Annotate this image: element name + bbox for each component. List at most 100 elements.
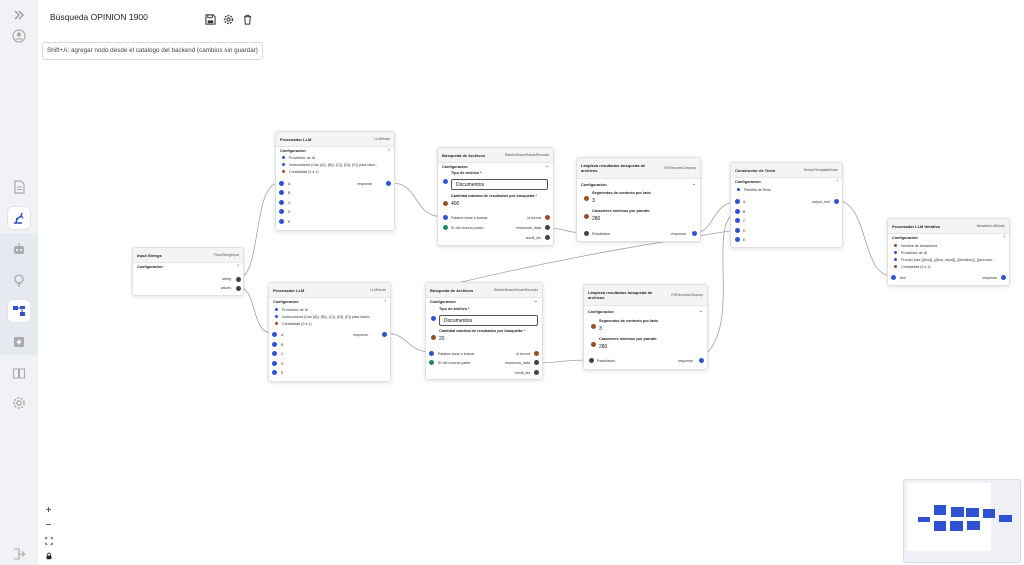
input-handle[interactable] <box>429 351 434 356</box>
cleanup-node-1[interactable]: Limpieza resultados búsqueda de archivos… <box>576 157 701 242</box>
input-handle[interactable] <box>429 360 434 365</box>
config-section-label[interactable]: Configuracion <box>735 180 761 184</box>
settings-icon[interactable] <box>8 392 30 414</box>
input-handle[interactable] <box>279 181 284 186</box>
workflow-icon[interactable] <box>8 300 30 322</box>
file-type-field[interactable]: Documentos <box>439 315 538 326</box>
input-handle[interactable] <box>279 219 284 224</box>
input-handle[interactable] <box>279 200 284 205</box>
output-handle[interactable] <box>236 285 241 291</box>
chevron-right-icon[interactable]: › <box>237 263 239 269</box>
chevron-right-icon[interactable]: › <box>836 178 838 184</box>
logout-icon[interactable] <box>8 543 30 565</box>
output-handle[interactable] <box>534 351 539 356</box>
minimap-node <box>983 509 995 518</box>
text-builder-node[interactable]: Constructor de Texto SimpleTemplateNode … <box>730 162 843 248</box>
config-section-label[interactable]: Configuracion <box>588 310 614 314</box>
input-handle[interactable] <box>279 190 284 195</box>
config-section-label[interactable]: Configuracion <box>581 183 607 187</box>
document-icon[interactable] <box>8 176 30 198</box>
input-handle[interactable] <box>272 332 277 337</box>
config-section-label[interactable]: Configuracion <box>442 165 468 169</box>
expand-icon[interactable] <box>8 4 30 26</box>
input-handle[interactable] <box>584 231 589 236</box>
robot-arm-icon[interactable] <box>8 207 30 229</box>
param-label: Proveedor de IA <box>282 307 308 312</box>
output-handle[interactable] <box>534 370 539 375</box>
input-handle[interactable] <box>891 275 896 280</box>
output-handle[interactable] <box>1001 275 1006 280</box>
input-handle[interactable] <box>735 209 740 214</box>
input-handle[interactable] <box>735 228 740 233</box>
output-handle[interactable] <box>386 181 391 186</box>
chevron-down-icon[interactable]: ⌄ <box>692 181 696 187</box>
output-handle[interactable] <box>545 235 550 240</box>
param-dot <box>894 251 897 254</box>
input-handle[interactable] <box>443 215 448 220</box>
bulb-icon[interactable] <box>8 269 30 291</box>
chevron-right-icon[interactable]: › <box>384 298 386 304</box>
output-handle[interactable] <box>545 215 550 220</box>
min-chars-value[interactable]: 280 <box>592 216 600 222</box>
chevron-right-icon[interactable]: › <box>388 147 390 153</box>
input-strings-node[interactable]: Input Strings FlowStringInput Configurac… <box>132 247 244 296</box>
input-handle[interactable] <box>272 351 277 356</box>
config-section-label[interactable]: Configuracion <box>137 265 163 269</box>
config-section-label[interactable]: Configuracion <box>892 236 918 240</box>
input-handle[interactable] <box>589 358 594 363</box>
zoom-out-button[interactable]: − <box>42 519 55 532</box>
output-handle[interactable] <box>699 358 704 363</box>
input-handle[interactable] <box>735 237 740 242</box>
fit-view-icon[interactable] <box>42 534 55 547</box>
save-icon[interactable] <box>205 12 216 25</box>
minimap[interactable] <box>903 479 1021 563</box>
input-handle[interactable] <box>443 225 448 230</box>
cleanup-node-2[interactable]: Limpieza resultados búsqueda de archivos… <box>583 284 708 370</box>
output-handle[interactable] <box>236 276 241 282</box>
context-segments-value[interactable]: 3 <box>599 326 602 332</box>
llm-processor-node-2[interactable]: Procesador LLM LLMNode Configuracion › P… <box>268 282 391 382</box>
config-section-label[interactable]: Configuracion <box>280 149 306 153</box>
iterative-llm-node[interactable]: Procesador LLM Iterativo IterativeLLMNod… <box>887 218 1010 286</box>
input-label: C <box>288 200 291 205</box>
context-segments-value[interactable]: 3 <box>592 198 595 204</box>
config-section-label[interactable]: Configuracion <box>273 300 299 304</box>
output-handle[interactable] <box>382 332 387 337</box>
node-type: ESRecordsCleanup <box>664 166 696 170</box>
file-search-node-2[interactable]: Búsqueda de Archivos ElasticSearchNodeRe… <box>425 282 543 380</box>
chevron-down-icon[interactable]: ⌄ <box>545 163 549 169</box>
zoom-in-button[interactable]: + <box>42 504 55 517</box>
input-handle[interactable] <box>272 361 277 366</box>
param-dot <box>275 322 278 325</box>
bot-icon[interactable] <box>8 238 30 260</box>
config-section-label[interactable]: Configuracion <box>430 300 456 304</box>
output-handle[interactable] <box>834 199 839 204</box>
param-dot <box>894 265 897 268</box>
input-label: A <box>288 181 291 186</box>
trash-icon[interactable] <box>242 12 253 25</box>
max-results-value[interactable]: 20 <box>439 336 445 342</box>
file-type-field[interactable]: Documentos <box>451 179 548 190</box>
input-handle[interactable] <box>735 199 740 204</box>
param-label: Prompt (use {{text}}, {{flow_input}}, {{… <box>901 257 995 262</box>
chevron-right-icon[interactable]: › <box>1003 234 1005 240</box>
llm-processor-node-1[interactable]: Procesador LLM LLMNode Configuracion › P… <box>275 131 395 231</box>
output-handle[interactable] <box>534 360 539 365</box>
chevron-down-icon[interactable]: ⌄ <box>699 308 703 314</box>
output-handle[interactable] <box>692 231 697 236</box>
gear-icon[interactable] <box>223 12 234 25</box>
book-icon[interactable] <box>8 362 30 384</box>
user-icon[interactable] <box>8 25 30 47</box>
input-handle[interactable] <box>735 218 740 223</box>
input-handle[interactable] <box>279 209 284 214</box>
field-label: Segmentos de contexto por lado <box>592 191 651 195</box>
max-results-value[interactable]: 400 <box>451 201 459 207</box>
plus-box-icon[interactable] <box>8 331 30 353</box>
chevron-down-icon[interactable]: ⌄ <box>534 298 538 304</box>
lock-icon[interactable] <box>42 549 55 562</box>
min-chars-value[interactable]: 280 <box>599 344 607 350</box>
file-search-node-1[interactable]: Búsqueda de Archivos ElasticSearchNodeRe… <box>437 147 554 246</box>
output-handle[interactable] <box>545 225 550 230</box>
input-handle[interactable] <box>272 370 277 375</box>
input-handle[interactable] <box>272 342 277 347</box>
